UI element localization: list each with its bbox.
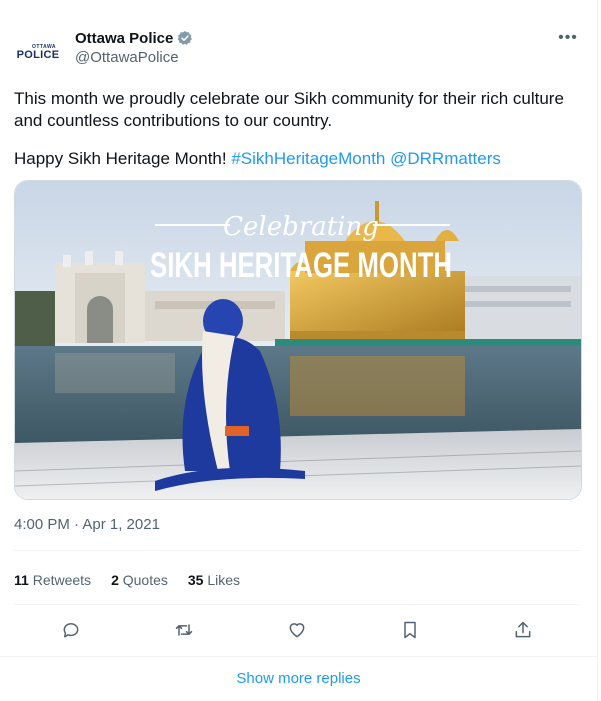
divider <box>14 550 580 551</box>
tweet-text: This month we proudly celebrate our Sikh… <box>14 88 580 170</box>
quotes-label: Quotes <box>122 572 168 588</box>
hashtag-link[interactable]: #SikhHeritageMonth <box>231 149 385 168</box>
share-icon <box>515 621 531 638</box>
more-horizontal-icon: ••• <box>558 29 578 46</box>
mention-link[interactable]: @DRRmatters <box>390 149 501 168</box>
retweet-icon <box>175 624 193 636</box>
heritage-photo: Celebrating SIKH HERITAGE MONTH <box>15 181 581 499</box>
more-options-button[interactable]: ••• <box>552 26 584 50</box>
tweet-stats: 11 Retweets 2 Quotes 35 Likes <box>14 572 240 588</box>
author-handle[interactable]: @OttawaPolice <box>75 49 193 66</box>
display-name-row: Ottawa Police <box>75 28 193 48</box>
tweet-text-prefix: Happy Sikh Heritage Month! <box>14 149 232 168</box>
likes-count: 35 <box>187 572 204 588</box>
show-more-replies-link[interactable]: Show more replies <box>0 670 597 687</box>
bookmark-icon <box>404 621 416 639</box>
like-button[interactable] <box>280 614 314 646</box>
retweets-count: 11 <box>14 572 29 588</box>
tweet-header: OTTAWA POLICE Ottawa Police @OttawaPolic… <box>14 26 584 76</box>
share-button[interactable] <box>506 614 540 646</box>
tweet-media-image[interactable]: Celebrating SIKH HERITAGE MONTH <box>14 180 582 500</box>
retweets-stat[interactable]: 11 Retweets <box>14 572 91 588</box>
display-name[interactable]: Ottawa Police <box>75 30 173 47</box>
quotes-count: 2 <box>111 572 119 588</box>
divider <box>0 656 597 657</box>
tweet-actions <box>14 614 580 646</box>
tweet: OTTAWA POLICE Ottawa Police @OttawaPolic… <box>0 0 598 701</box>
reply-icon <box>63 623 78 638</box>
quotes-stat[interactable]: 2 Quotes <box>111 572 168 588</box>
overlay-script-text: Celebrating <box>223 212 379 242</box>
bookmark-button[interactable] <box>393 614 427 646</box>
like-icon <box>289 623 305 638</box>
tweet-timestamp[interactable]: 4:00 PM · Apr 1, 2021 <box>14 516 160 533</box>
author-names: Ottawa Police @OttawaPolice <box>75 28 193 66</box>
retweet-button[interactable] <box>167 614 201 646</box>
reply-button[interactable] <box>54 614 88 646</box>
overlay-title-text: SIKH HERITAGE MONTH <box>150 246 452 285</box>
retweets-label: Retweets <box>32 572 92 588</box>
likes-stat[interactable]: 35 Likes <box>188 572 240 588</box>
avatar-main-text: POLICE <box>16 48 60 61</box>
divider <box>14 604 580 605</box>
verified-badge-icon <box>177 31 193 45</box>
tweet-text-line2: Happy Sikh Heritage Month! #SikhHeritage… <box>14 148 580 170</box>
likes-label: Likes <box>207 572 241 588</box>
tweet-text-line1: This month we proudly celebrate our Sikh… <box>14 89 564 130</box>
avatar[interactable]: OTTAWA POLICE <box>14 28 62 76</box>
